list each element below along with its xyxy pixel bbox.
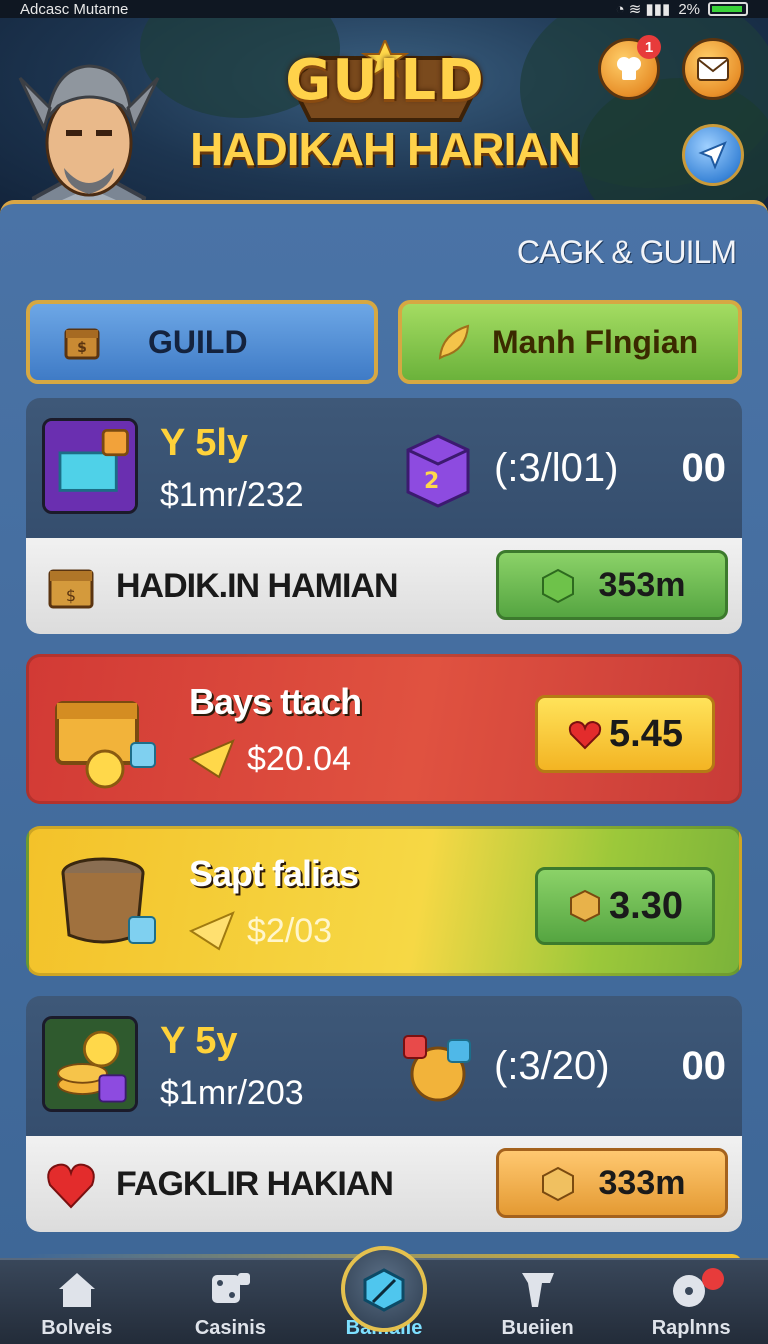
svg-text:$: $	[66, 586, 76, 605]
alerts-button[interactable]: 1	[598, 35, 661, 100]
arrow-icon	[189, 911, 235, 951]
game-header: GUILD HADIKAH HARIAN 1	[0, 18, 768, 218]
mail-button[interactable]	[682, 38, 744, 100]
hero-avatar[interactable]	[14, 48, 164, 218]
event-title: Y 5ly	[160, 422, 249, 464]
nav-label: Casinis	[194, 1317, 266, 1339]
heart-icon	[568, 720, 602, 750]
offer-price-text: $20.04	[247, 739, 351, 778]
gold-chest-icon	[55, 701, 156, 789]
box-icon	[570, 889, 601, 923]
offer-price-text: $2/03	[247, 911, 333, 950]
svg-text:2: 2	[424, 469, 439, 494]
green-box-icon	[541, 568, 574, 604]
event-strip: FAGKLIR HAKIAN 333m	[26, 1136, 742, 1232]
nav-label: Bolveis	[41, 1317, 113, 1339]
bottom-nav: Bolveis Casinis Bamalle Bueiien Raplnns	[0, 1246, 768, 1344]
claim-button[interactable]: 333m	[496, 1148, 728, 1218]
notification-badge: 1	[637, 35, 661, 59]
status-bar: Adcasc Mutarne ◔ ≋ ▮▮▮ 2%	[0, 0, 768, 18]
buy-value: 5.45	[609, 712, 683, 755]
hammer-icon	[521, 1273, 554, 1307]
event-card: Y 5y $1mr/203 (:3/20) 00	[26, 996, 742, 1136]
buy-button[interactable]: 3.30	[535, 867, 715, 945]
nav-label: Bueiien	[501, 1317, 574, 1339]
mail-icon	[697, 57, 729, 81]
event-progress: (:3/20)	[494, 1044, 610, 1088]
event-subtitle: $1mr/232	[160, 476, 304, 514]
event-strip: $ HADIK.IN HAMIAN 353m	[26, 538, 742, 634]
nav-label: Raplnns	[651, 1317, 731, 1339]
offer-card[interactable]: Bays ttach $20.04 5.45	[26, 654, 742, 804]
box-icon	[541, 1166, 574, 1202]
barrel-chest-icon	[61, 857, 156, 944]
treasure-box-icon: $	[64, 328, 100, 360]
status-carrier: Adcasc Mutarne	[20, 0, 129, 18]
tab-label: GUILD	[148, 323, 248, 360]
mystery-box-icon: 2	[406, 434, 470, 508]
compass-button[interactable]	[682, 124, 744, 186]
claim-value: 353m	[598, 565, 686, 604]
active-nav-bubble	[340, 1246, 427, 1332]
svg-text:$: $	[77, 340, 87, 356]
nav-item-ranking[interactable]: Raplnns	[614, 1260, 768, 1344]
offer-card[interactable]: Sapt falias $2/03 3.30	[26, 826, 742, 976]
buy-value: 3.30	[609, 884, 683, 927]
leaf-icon	[438, 324, 470, 360]
strip-label: HADIK.IN HAMIAN	[116, 566, 399, 605]
claim-value: 333m	[598, 1163, 686, 1202]
cube-icon	[363, 1268, 405, 1312]
nav-item-home[interactable]: Bolveis	[0, 1260, 154, 1344]
guild-panel: CAGK & GUILM $ GUILD Manh Flngian Y 5ly …	[0, 200, 768, 1264]
heart-icon	[47, 1163, 95, 1209]
buy-button[interactable]: 5.45	[535, 695, 715, 773]
nav-item-battle[interactable]: Bamalle	[307, 1246, 461, 1344]
nav-item-casino[interactable]: Casinis	[154, 1260, 308, 1344]
claim-button[interactable]: 353m	[496, 550, 728, 620]
arrow-icon	[189, 739, 235, 779]
event-count: 00	[681, 446, 727, 490]
offer-title: Bays ttach	[189, 681, 362, 722]
chest-icon: $	[48, 569, 94, 609]
event-title: Y 5y	[160, 1020, 238, 1062]
tab-guild[interactable]: $ GUILD	[26, 300, 378, 384]
dice-icon	[212, 1273, 251, 1303]
offer-price: $2/03	[189, 911, 332, 951]
strip-label: FAGKLIR HAKIAN	[116, 1164, 394, 1203]
compass-icon	[698, 141, 727, 170]
event-count: 00	[681, 1044, 727, 1088]
home-icon	[58, 1273, 95, 1307]
offer-title: Sapt falias	[189, 853, 359, 894]
crystal-chest-icon	[42, 418, 138, 514]
guild-logo: GUILD	[280, 40, 490, 130]
battery-icon	[708, 2, 748, 16]
tab-label: Manh Flngian	[492, 323, 699, 360]
event-progress: (:3/l01)	[494, 446, 619, 490]
offer-price: $20.04	[189, 739, 351, 779]
chef-icon	[617, 57, 641, 80]
event-card: Y 5ly $1mr/232 2 (:3/l01) 00	[26, 398, 742, 538]
tab-secondary[interactable]: Manh Flngian	[398, 300, 742, 384]
nav-item-build[interactable]: Bueiien	[461, 1260, 615, 1344]
event-subtitle: $1mr/203	[160, 1074, 304, 1112]
battery-percent: 2%	[678, 0, 700, 18]
logo-text: GUILD	[285, 48, 485, 113]
guild-section-label: CAGK & GUILM	[516, 234, 737, 270]
page-title: HADIKAH HARIAN	[190, 123, 581, 175]
coin-stack-icon	[42, 1016, 138, 1112]
gem-coins-icon	[403, 1035, 471, 1102]
wifi-icon: ◔ ≋ ▮▮▮	[615, 1, 671, 18]
nav-notification-dot	[701, 1268, 724, 1290]
